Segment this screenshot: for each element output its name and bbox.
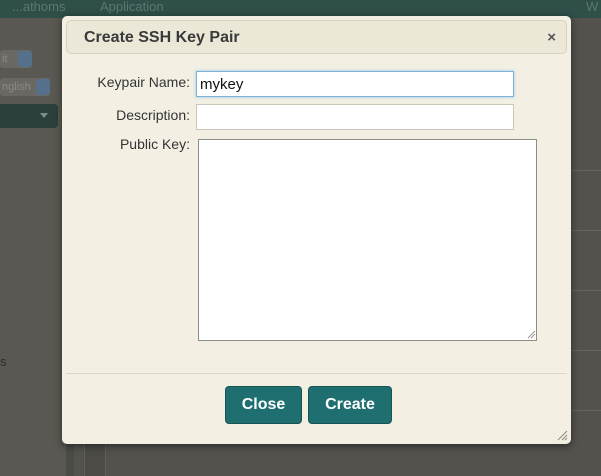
- background-nav-item: Application: [100, 0, 164, 14]
- background-text: s: [0, 354, 7, 369]
- background-row-divider: [571, 410, 601, 411]
- dialog-resize-icon[interactable]: [556, 429, 568, 441]
- description-label: Description:: [116, 107, 190, 123]
- background-nav-item: ...athoms: [12, 0, 66, 14]
- background-language-select: nglish: [0, 78, 50, 96]
- dialog-title: Create SSH Key Pair: [84, 29, 240, 46]
- background-nav-item: W: [586, 0, 599, 14]
- description-input[interactable]: [196, 104, 514, 130]
- background-row-divider: [571, 350, 601, 351]
- resize-handle-icon[interactable]: [526, 329, 536, 339]
- create-button[interactable]: Create: [308, 386, 392, 424]
- background-row-divider: [571, 230, 601, 231]
- background-dropdown-bar: [0, 104, 58, 128]
- public-key-textarea[interactable]: [198, 139, 537, 341]
- close-button[interactable]: Close: [225, 386, 302, 424]
- dialog-footer-divider: [66, 373, 567, 374]
- close-icon[interactable]: ×: [547, 30, 556, 45]
- background-select-arrow: [18, 51, 32, 67]
- background-select-arrow: [36, 79, 50, 95]
- background-row-divider: [571, 170, 601, 171]
- background-select: it: [0, 50, 32, 68]
- chevron-down-icon: [40, 113, 48, 118]
- keypair-name-input[interactable]: [196, 71, 514, 97]
- create-ssh-key-dialog: Create SSH Key Pair × Keypair Name: Desc…: [62, 16, 571, 444]
- public-key-label: Public Key:: [119, 136, 190, 152]
- keypair-name-label: Keypair Name:: [97, 74, 190, 90]
- dialog-header: Create SSH Key Pair ×: [66, 20, 567, 54]
- background-row-divider: [571, 290, 601, 291]
